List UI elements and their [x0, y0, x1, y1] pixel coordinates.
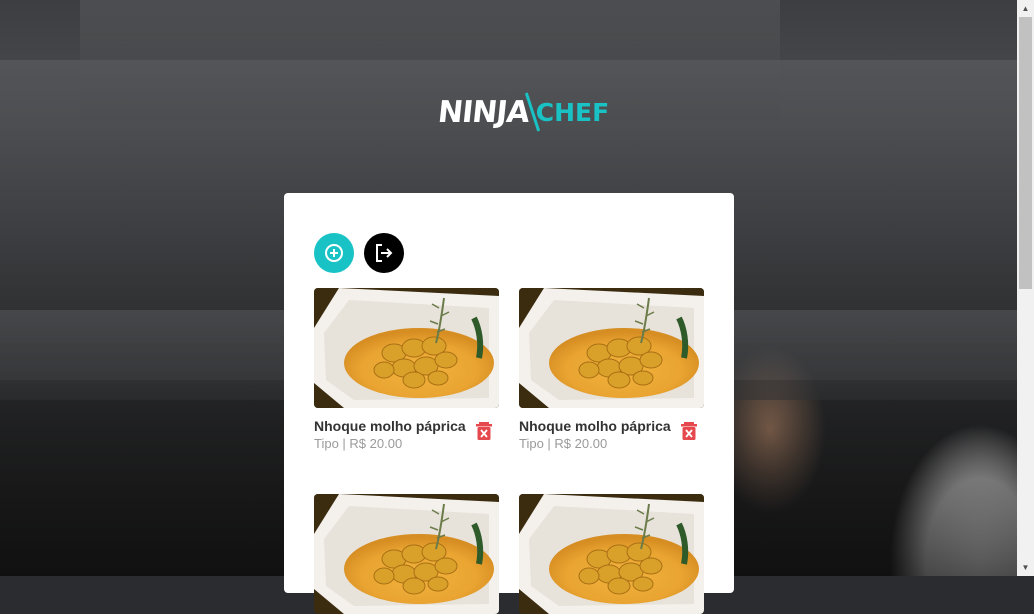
trash-icon: [681, 422, 697, 440]
trash-icon: [476, 422, 492, 440]
dish-card[interactable]: [314, 494, 499, 614]
dish-name: Nhoque molho páprica: [519, 418, 671, 434]
logo-text-ninja: NINJA: [436, 94, 531, 130]
page-scrollbar[interactable]: ▲ ▼: [1017, 0, 1034, 576]
dishes-card: Nhoque molho páprica Tipo | R$ 20.00 Nho…: [284, 193, 734, 614]
scroll-up-arrow-icon[interactable]: ▲: [1017, 0, 1034, 17]
card-actions: [314, 233, 404, 273]
dish-photo: [519, 494, 704, 614]
dish-photo: [519, 288, 704, 408]
dish-card[interactable]: Nhoque molho páprica Tipo | R$ 20.00: [519, 288, 704, 451]
dish-card[interactable]: Nhoque molho páprica Tipo | R$ 20.00: [314, 288, 499, 451]
scrollbar-thumb[interactable]: [1019, 17, 1032, 289]
dish-name: Nhoque molho páprica: [314, 418, 466, 434]
add-dish-button[interactable]: [314, 233, 354, 273]
logout-button[interactable]: [364, 233, 404, 273]
dish-photo: [314, 494, 499, 614]
dish-type-price: Tipo | R$ 20.00: [519, 436, 608, 451]
ninjachef-logo: NINJA CHEF: [436, 90, 610, 134]
logout-icon: [376, 244, 393, 262]
logo-text-chef: CHEF: [535, 97, 610, 127]
delete-dish-button[interactable]: [681, 422, 697, 440]
scroll-down-arrow-icon[interactable]: ▼: [1017, 559, 1034, 576]
dish-type-price: Tipo | R$ 20.00: [314, 436, 403, 451]
dish-photo: [314, 288, 499, 408]
dish-card[interactable]: [519, 494, 704, 614]
plus-circle-icon: [325, 244, 343, 262]
delete-dish-button[interactable]: [476, 422, 492, 440]
